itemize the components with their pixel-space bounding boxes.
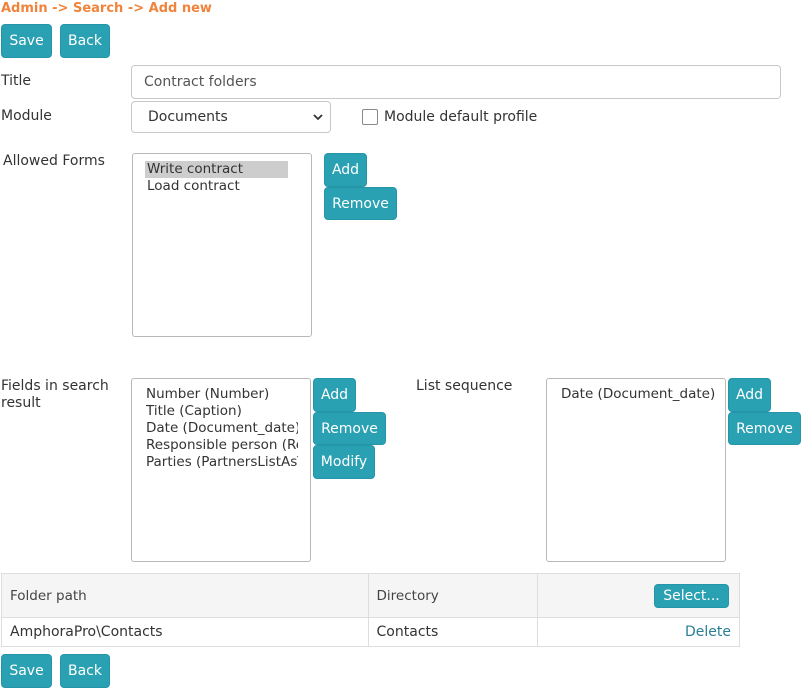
module-default-profile-checkbox[interactable] xyxy=(362,109,378,125)
chevron-down-icon xyxy=(313,114,323,121)
directory-header: Directory xyxy=(367,573,539,618)
allowed-forms-label: Allowed Forms xyxy=(3,153,105,169)
allowed-forms-listbox[interactable]: Write contract Load contract xyxy=(132,153,312,337)
list-sequence-listbox[interactable]: Date (Document_date) d xyxy=(546,378,726,562)
title-input[interactable]: Contract folders xyxy=(131,65,781,99)
delete-link[interactable]: Delete xyxy=(685,624,731,640)
fields-add-button[interactable]: Add xyxy=(313,378,356,412)
directory-cell: Contacts xyxy=(367,617,539,647)
breadcrumb: Admin -> Search -> Add new xyxy=(1,1,212,16)
table-header-row: Folder path Directory Select... xyxy=(1,573,740,618)
module-select[interactable]: Documents xyxy=(131,101,331,133)
list-item[interactable]: Number (Number) xyxy=(146,386,298,403)
save-button[interactable]: Save xyxy=(1,24,52,58)
list-item[interactable]: Date (Document_date) xyxy=(146,420,298,437)
folders-table: Folder path Directory Select... AmphoraP… xyxy=(1,573,740,647)
list-item[interactable]: Title (Caption) xyxy=(146,403,298,420)
folder-path-header: Folder path xyxy=(1,573,369,618)
list-sequence-label: List sequence xyxy=(416,378,513,394)
select-header-cell: Select... xyxy=(537,573,740,618)
list-item[interactable]: Load contract xyxy=(145,178,288,195)
module-default-profile-label: Module default profile xyxy=(384,109,538,125)
list-item[interactable]: Parties (PartnersListAsTe xyxy=(146,454,298,471)
module-select-value: Documents xyxy=(148,109,228,125)
allowed-forms-add-button[interactable]: Add xyxy=(324,153,367,187)
list-item[interactable]: Responsible person (Res xyxy=(146,437,298,454)
allowed-forms-remove-button[interactable]: Remove xyxy=(324,187,397,220)
list-item[interactable]: Date (Document_date) d xyxy=(561,386,715,403)
back-button[interactable]: Back xyxy=(60,24,110,58)
list-sequence-add-button[interactable]: Add xyxy=(728,378,771,412)
table-row: AmphoraPro\Contacts Contacts Delete xyxy=(1,617,740,647)
select-folder-button[interactable]: Select... xyxy=(654,584,729,608)
action-cell: Delete xyxy=(537,617,740,647)
fields-remove-button[interactable]: Remove xyxy=(313,412,386,445)
save-button-bottom[interactable]: Save xyxy=(1,654,52,688)
back-button-bottom[interactable]: Back xyxy=(60,654,110,688)
title-input-value: Contract folders xyxy=(144,74,257,90)
fields-in-search-listbox[interactable]: Number (Number) Title (Caption) Date (Do… xyxy=(131,378,311,562)
title-label: Title xyxy=(1,73,32,89)
fields-in-search-label: Fields in search result xyxy=(1,378,109,411)
folder-path-cell: AmphoraPro\Contacts xyxy=(1,617,369,647)
list-item[interactable]: Write contract xyxy=(145,161,288,178)
module-label: Module xyxy=(1,108,52,124)
list-sequence-remove-button[interactable]: Remove xyxy=(728,412,801,445)
fields-modify-button[interactable]: Modify xyxy=(313,445,375,479)
